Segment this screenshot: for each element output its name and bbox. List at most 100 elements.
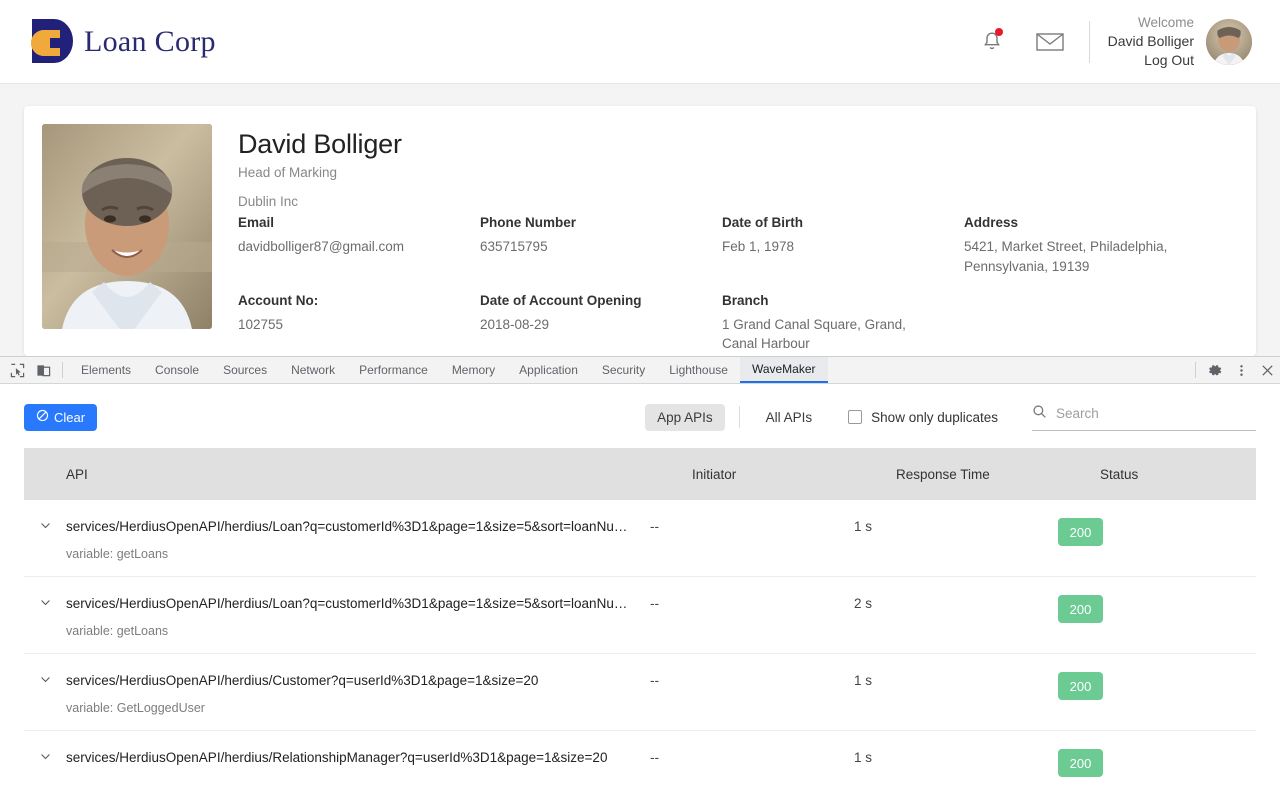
chevron-down-icon[interactable] — [24, 518, 66, 532]
response-time-value: 1 s — [854, 518, 1058, 534]
field-value: 1 Grand Canal Square, Grand, Canal Harbo… — [722, 315, 964, 354]
tab-wavemaker[interactable]: WaveMaker — [740, 357, 828, 383]
api-cell: services/HerdiusOpenAPI/herdius/Loan?q=c… — [24, 595, 650, 637]
app-header: Loan Corp Welcome David Bolliger Log Out — [0, 0, 1280, 84]
tab-sources[interactable]: Sources — [211, 357, 279, 383]
close-icon[interactable] — [1254, 357, 1280, 383]
field-value: davidbolliger87@gmail.com — [238, 237, 480, 257]
profile-field: Branch 1 Grand Canal Square, Grand, Cana… — [722, 293, 964, 354]
response-time-value: 1 s — [854, 749, 1058, 765]
profile-field: Date of Account Opening 2018-08-29 — [480, 293, 722, 354]
api-url: services/HerdiusOpenAPI/herdius/Customer… — [66, 672, 538, 690]
brand[interactable]: Loan Corp — [28, 17, 216, 67]
field-value: Feb 1, 1978 — [722, 237, 964, 257]
api-scope-segmented-control: App APIs All APIs — [645, 404, 824, 431]
clear-button[interactable]: Clear — [24, 404, 97, 431]
welcome-block: Welcome David Bolliger Log Out — [1108, 14, 1194, 70]
search-input[interactable] — [1056, 406, 1256, 421]
messages-button[interactable] — [1021, 20, 1079, 64]
api-table: API Initiator Response Time Status servi… — [0, 448, 1280, 800]
api-cell: services/HerdiusOpenAPI/herdius/Customer… — [24, 672, 650, 714]
profile-field — [964, 293, 1236, 354]
devtools-panel: Elements Console Sources Network Perform… — [0, 356, 1280, 800]
tab-console[interactable]: Console — [143, 357, 211, 383]
device-toolbar-icon[interactable] — [30, 357, 56, 383]
tab-application[interactable]: Application — [507, 357, 590, 383]
profile-name: David Bolliger — [238, 128, 1236, 160]
table-row[interactable]: services/HerdiusOpenAPI/herdius/Loan?q=c… — [24, 577, 1256, 654]
table-row[interactable]: services/HerdiusOpenAPI/herdius/Relation… — [24, 731, 1256, 800]
initiator-value: -- — [650, 518, 854, 534]
inspect-element-icon[interactable] — [4, 357, 30, 383]
profile-field: Address 5421, Market Street, Philadelphi… — [964, 215, 1236, 276]
mail-icon — [1036, 31, 1064, 53]
field-label: Branch — [722, 293, 964, 308]
column-header-api: API — [66, 467, 692, 482]
profile-role: Head of Marking — [238, 165, 1236, 180]
profile-field: Email davidbolliger87@gmail.com — [238, 215, 480, 276]
column-header-status: Status — [1100, 467, 1256, 482]
api-variable: variable: getLoans — [66, 624, 627, 638]
status-cell: 200 — [1058, 595, 1256, 623]
tab-security[interactable]: Security — [590, 357, 657, 383]
notifications-button[interactable] — [963, 20, 1021, 64]
field-label: Date of Birth — [722, 215, 964, 230]
search-field[interactable] — [1032, 404, 1256, 431]
chevron-down-icon[interactable] — [24, 672, 66, 686]
segment-all-apis[interactable]: All APIs — [754, 404, 825, 431]
show-only-duplicates-checkbox[interactable]: Show only duplicates — [848, 410, 998, 425]
status-badge: 200 — [1058, 672, 1103, 700]
clear-button-label: Clear — [54, 410, 85, 425]
chevron-down-icon[interactable] — [24, 595, 66, 609]
api-variable: variable: GetLoggedUser — [66, 701, 538, 715]
api-url: services/HerdiusOpenAPI/herdius/Loan?q=c… — [66, 518, 627, 536]
tab-network[interactable]: Network — [279, 357, 347, 383]
status-badge: 200 — [1058, 518, 1103, 546]
profile-photo — [42, 124, 212, 329]
brand-name: Loan Corp — [84, 25, 216, 59]
more-vertical-icon[interactable] — [1228, 357, 1254, 383]
api-cell-text: services/HerdiusOpenAPI/herdius/Relation… — [66, 749, 607, 767]
table-header-row: API Initiator Response Time Status — [24, 448, 1256, 500]
toolbar-divider — [62, 362, 63, 378]
toolbar-divider-right — [1195, 362, 1196, 378]
api-cell-text: services/HerdiusOpenAPI/herdius/Loan?q=c… — [66, 518, 627, 560]
logout-link[interactable]: Log Out — [1108, 51, 1194, 70]
field-label: Address — [964, 215, 1236, 230]
profile-company: Dublin Inc — [238, 194, 1236, 209]
tab-memory[interactable]: Memory — [440, 357, 507, 383]
devtools-toolbar: Elements Console Sources Network Perform… — [0, 357, 1280, 384]
profile-field: Account No: 102755 — [238, 293, 480, 354]
table-row[interactable]: services/HerdiusOpenAPI/herdius/Loan?q=c… — [24, 500, 1256, 577]
initiator-value: -- — [650, 749, 854, 765]
status-badge: 200 — [1058, 749, 1103, 777]
column-header-response-time: Response Time — [896, 467, 1100, 482]
api-url: services/HerdiusOpenAPI/herdius/Relation… — [66, 749, 607, 767]
table-row[interactable]: services/HerdiusOpenAPI/herdius/Customer… — [24, 654, 1256, 731]
gear-icon[interactable] — [1202, 357, 1228, 383]
block-icon — [36, 409, 49, 425]
column-header-initiator: Initiator — [692, 467, 896, 482]
field-label: Phone Number — [480, 215, 722, 230]
tab-lighthouse[interactable]: Lighthouse — [657, 357, 740, 383]
status-cell: 200 — [1058, 672, 1256, 700]
field-value: 2018-08-29 — [480, 315, 722, 335]
profile-field: Phone Number 635715795 — [480, 215, 722, 276]
page-body: David Bolliger Head of Marking Dublin In… — [0, 84, 1280, 356]
initiator-value: -- — [650, 672, 854, 688]
status-cell: 200 — [1058, 518, 1256, 546]
checkbox-box[interactable] — [848, 410, 862, 424]
welcome-user-name: David Bolliger — [1108, 32, 1194, 51]
status-cell: 200 — [1058, 749, 1256, 777]
segment-app-apis[interactable]: App APIs — [645, 404, 725, 431]
api-cell-text: services/HerdiusOpenAPI/herdius/Loan?q=c… — [66, 595, 627, 637]
chevron-down-icon[interactable] — [24, 749, 66, 763]
api-url: services/HerdiusOpenAPI/herdius/Loan?q=c… — [66, 595, 627, 613]
api-cell: services/HerdiusOpenAPI/herdius/Relation… — [24, 749, 650, 767]
tab-elements[interactable]: Elements — [69, 357, 143, 383]
tab-performance[interactable]: Performance — [347, 357, 440, 383]
avatar[interactable] — [1206, 19, 1252, 65]
field-label: Account No: — [238, 293, 480, 308]
response-time-value: 1 s — [854, 672, 1058, 688]
devtools-toolbar-right — [1189, 357, 1280, 383]
